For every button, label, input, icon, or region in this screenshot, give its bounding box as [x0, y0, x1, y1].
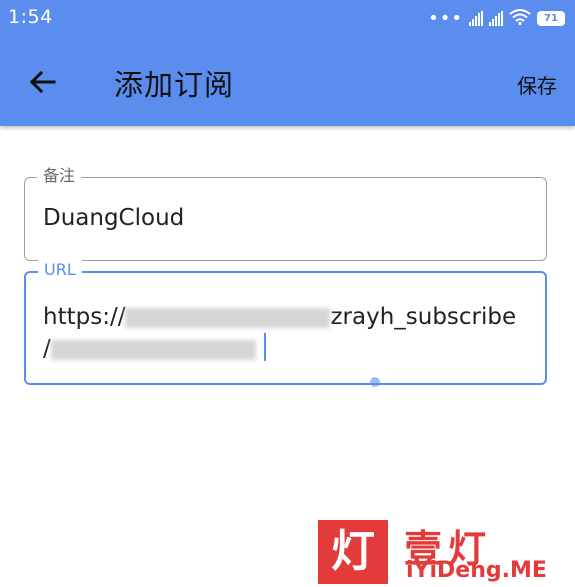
url-redacted-1	[125, 307, 331, 328]
url-value: https:// zrayh_subscribe /	[43, 301, 533, 365]
signal-icon-2	[489, 11, 503, 26]
note-value: DuangCloud	[43, 205, 185, 231]
save-button[interactable]: 保存	[517, 70, 557, 99]
cursor-handle[interactable]	[370, 377, 380, 387]
watermark-seal: 灯	[318, 520, 388, 584]
status-bar: 1:54 ••• 71	[0, 0, 575, 38]
note-label: 备注	[37, 166, 82, 186]
url-line2-start: /	[43, 336, 51, 362]
signal-icon-1	[469, 11, 483, 26]
status-time: 1:54	[8, 6, 53, 28]
url-field[interactable]: URL https:// zrayh_subscribe /	[24, 260, 547, 387]
text-cursor	[264, 333, 266, 361]
back-button[interactable]	[18, 58, 66, 106]
battery-icon: 71	[537, 11, 565, 26]
app-bar: 1:54 ••• 71 添加订阅 保存	[0, 0, 575, 126]
page-title: 添加订阅	[114, 68, 235, 102]
url-visible-part: zrayh_subscribe	[330, 304, 517, 330]
toolbar: 添加订阅 保存	[0, 38, 575, 126]
arrow-left-icon	[29, 70, 56, 94]
note-field[interactable]: 备注 DuangCloud	[24, 166, 547, 261]
url-prefix: https://	[43, 304, 126, 330]
wifi-icon	[509, 8, 531, 29]
watermark: 灯 壹灯 iYiDeng.ME	[318, 520, 568, 584]
url-label: URL	[38, 260, 82, 280]
status-icons: ••• 71	[428, 8, 565, 29]
more-dots-icon: •••	[428, 8, 463, 29]
url-redacted-2	[50, 339, 256, 360]
watermark-site: iYiDeng.ME	[406, 558, 547, 583]
